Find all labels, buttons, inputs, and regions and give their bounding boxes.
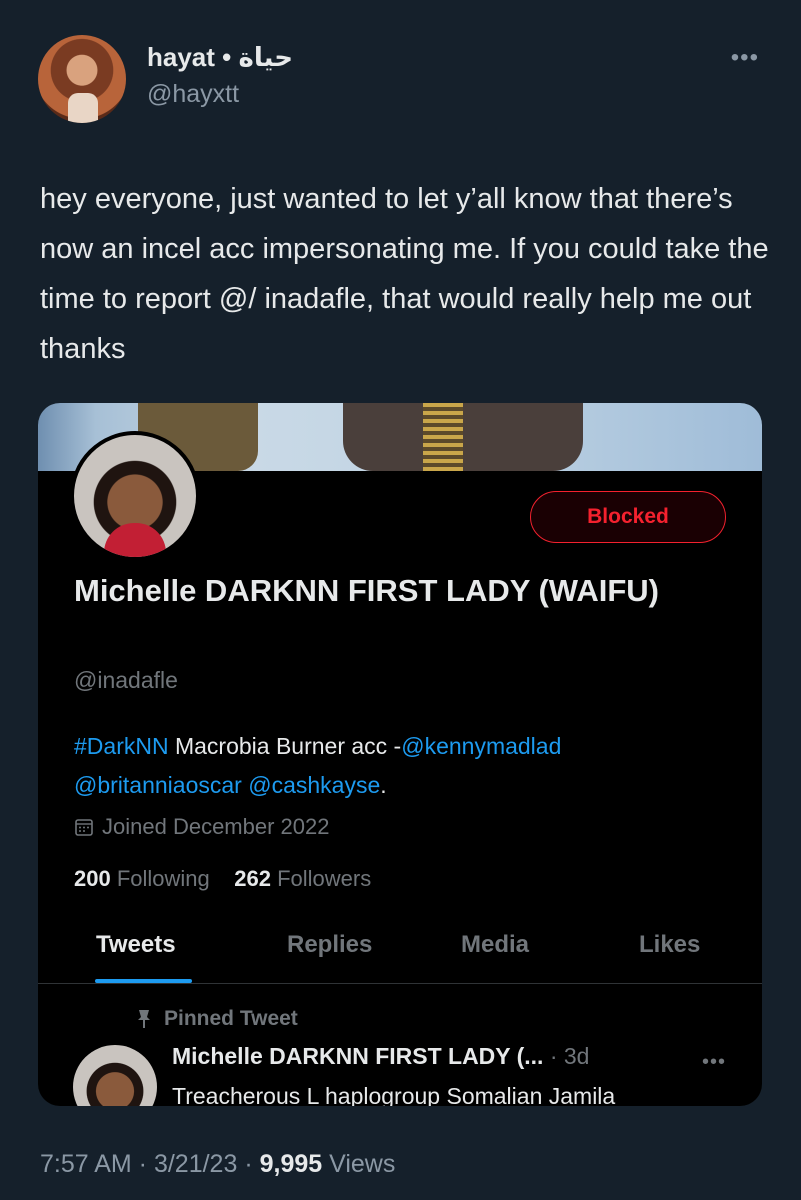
tweet-meta: 7:57 AM · 3/21/23 · 9,995 Views: [40, 1150, 396, 1178]
active-tab-indicator: [95, 979, 192, 983]
tab-likes[interactable]: Likes: [639, 931, 700, 959]
author-name[interactable]: hayat • حياة: [147, 42, 293, 73]
pinned-tweet-text: Treacherous L haplogroup Somalian Jamila: [172, 1083, 616, 1106]
calendar-icon: [75, 819, 93, 836]
pinned-tweet-time: · 3d: [549, 1043, 590, 1069]
pin-icon: [138, 1010, 150, 1028]
blocked-button[interactable]: Blocked: [530, 491, 726, 543]
following-label: Following: [116, 866, 210, 891]
bio-text: .: [380, 772, 387, 798]
profile-screenshot-card[interactable]: Blocked Michelle DARKNN FIRST LADY (WAIF…: [38, 403, 762, 1106]
more-options-icon[interactable]: •••: [731, 44, 759, 72]
tab-replies[interactable]: Replies: [287, 931, 372, 959]
following-count: 200: [74, 866, 111, 891]
follow-stats: 200 Following 262 Followers: [74, 866, 371, 892]
pinned-label: Pinned Tweet: [164, 1007, 298, 1030]
profile-tabs: Tweets Replies Media Likes: [38, 921, 762, 984]
joined-date: Joined December 2022: [74, 814, 329, 840]
bio-mention[interactable]: @kennymadlad: [401, 733, 561, 759]
author-avatar[interactable]: [38, 35, 126, 123]
pinned-author-name: Michelle DARKNN FIRST LADY (...: [172, 1043, 544, 1069]
bio-mention[interactable]: @cashkayse: [248, 772, 380, 798]
joined-label: Joined December 2022: [102, 814, 330, 839]
author-handle[interactable]: @hayxtt: [147, 80, 239, 109]
followers-count: 262: [234, 866, 271, 891]
views-count: 9,995: [259, 1150, 323, 1178]
pinned-more-icon[interactable]: •••: [702, 1051, 726, 1074]
followers-link[interactable]: 262 Followers: [234, 866, 371, 891]
tweet-time[interactable]: 7:57 AM: [40, 1150, 132, 1178]
bio-mention[interactable]: @britanniaoscar: [74, 772, 242, 798]
following-link[interactable]: 200 Following: [74, 866, 210, 891]
profile-bio: #DarkNN Macrobia Burner acc -@kennymadla…: [74, 727, 734, 805]
tweet-text: hey everyone, just wanted to let y’all k…: [40, 183, 769, 365]
pinned-tweet-author[interactable]: Michelle DARKNN FIRST LADY (... · 3d: [172, 1043, 589, 1070]
followers-label: Followers: [277, 866, 372, 891]
tab-tweets[interactable]: Tweets: [96, 931, 176, 959]
profile-handle: @inadafle: [74, 667, 178, 693]
tab-media[interactable]: Media: [461, 931, 529, 959]
profile-avatar: [70, 431, 200, 561]
pinned-header: Pinned Tweet: [136, 1007, 298, 1031]
bio-text: Macrobia Burner acc -: [168, 733, 402, 759]
bio-hashtag[interactable]: #DarkNN: [74, 733, 169, 759]
tweet-date[interactable]: 3/21/23: [154, 1150, 237, 1178]
views-label: Views: [329, 1150, 396, 1178]
pinned-tweet-avatar[interactable]: [73, 1045, 157, 1106]
profile-display-name: Michelle DARKNN FIRST LADY (WAIFU): [74, 573, 659, 608]
